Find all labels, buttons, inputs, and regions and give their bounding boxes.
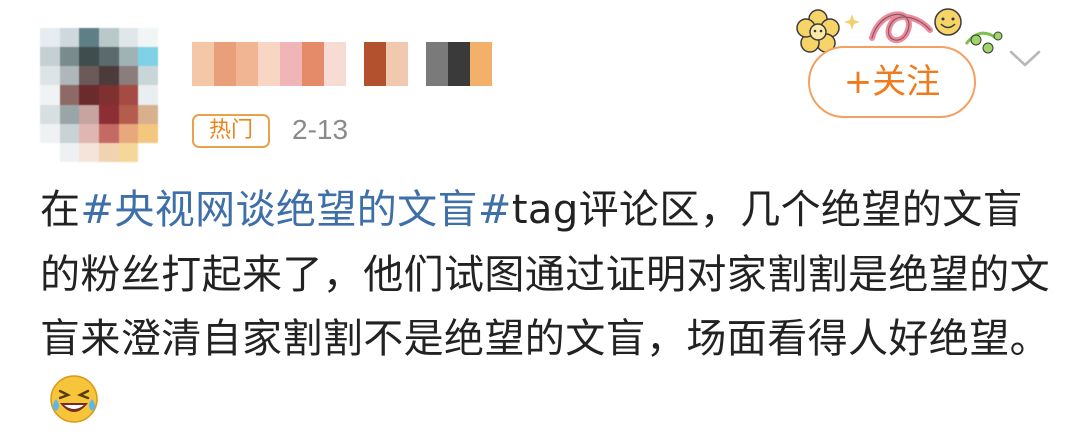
hashtag-link[interactable]: #央视网谈绝望的文盲# [80,187,511,233]
follow-button[interactable]: +关注 [808,46,976,118]
hot-badge: 热门 [192,114,270,148]
username-redacted[interactable] [192,42,492,86]
content-prefix: 在 [40,187,81,233]
chevron-down-icon[interactable] [1008,48,1042,70]
avatar[interactable] [40,28,158,162]
post-content: 在#央视网谈绝望的文盲#tag评论区，几个绝望的文盲的粉丝打起来了，他们试图通过… [40,178,1050,436]
post-date: 2-13 [292,114,349,145]
laughing-crying-emoji [50,374,98,423]
